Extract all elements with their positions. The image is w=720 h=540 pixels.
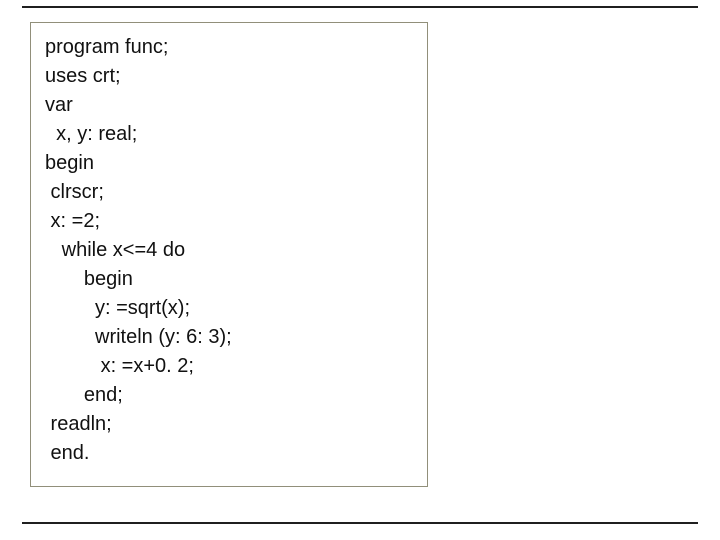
code-line: y: =sqrt(x); <box>45 294 413 323</box>
code-line: uses crt; <box>45 62 413 91</box>
code-line: readln; <box>45 410 413 439</box>
code-line: writeln (y: 6: 3); <box>45 323 413 352</box>
code-line: x: =x+0. 2; <box>45 352 413 381</box>
code-box: program func; uses crt; var x, y: real; … <box>30 22 428 487</box>
bottom-rule <box>22 522 698 524</box>
code-line: clrscr; <box>45 178 413 207</box>
top-rule <box>22 6 698 8</box>
slide: program func; uses crt; var x, y: real; … <box>0 0 720 540</box>
code-line: end; <box>45 381 413 410</box>
code-line: program func; <box>45 33 413 62</box>
code-line: x, y: real; <box>45 120 413 149</box>
code-line: x: =2; <box>45 207 413 236</box>
code-line: while x<=4 do <box>45 236 413 265</box>
code-line: begin <box>45 149 413 178</box>
code-line: end. <box>45 439 413 468</box>
code-line: begin <box>45 265 413 294</box>
code-line: var <box>45 91 413 120</box>
